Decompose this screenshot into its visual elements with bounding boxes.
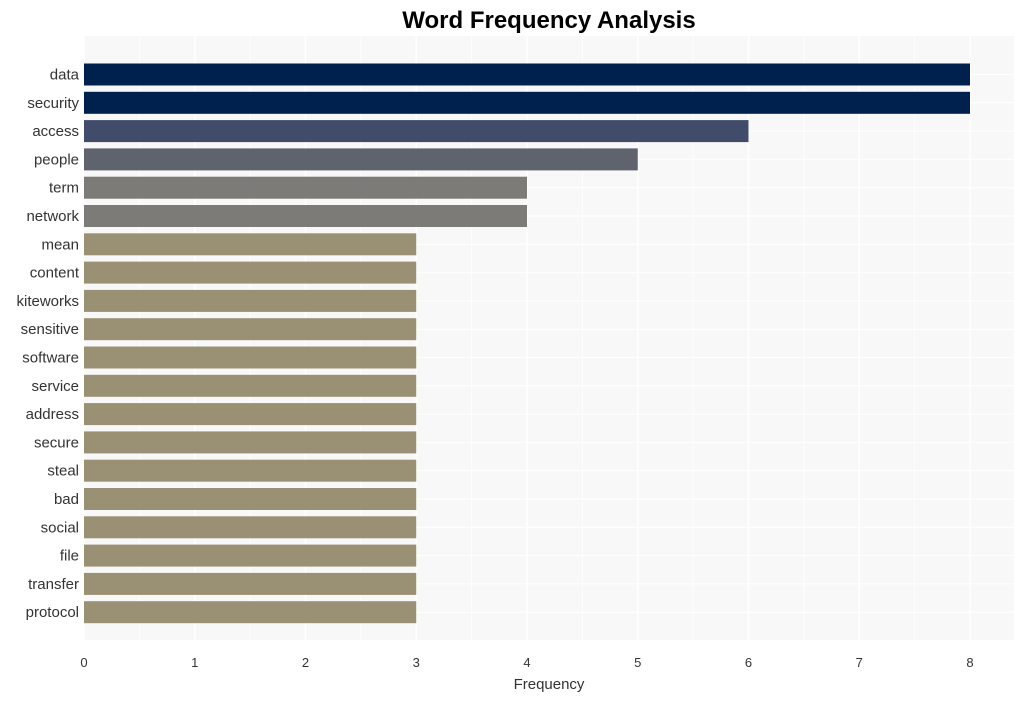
category-label-transfer: transfer — [28, 576, 79, 593]
category-label-mean: mean — [41, 236, 79, 253]
x-axis-title: Frequency — [514, 676, 585, 693]
bar-social — [84, 516, 417, 539]
bar-protocol — [84, 601, 417, 624]
x-tick-label: 6 — [745, 655, 752, 670]
category-label-access: access — [32, 123, 79, 140]
chart-title: Word Frequency Analysis — [402, 7, 695, 34]
category-label-protocol: protocol — [26, 604, 79, 621]
bar-access — [84, 120, 749, 143]
x-tick-label: 0 — [80, 655, 87, 670]
category-label-sensitive: sensitive — [21, 321, 79, 338]
category-label-software: software — [22, 350, 79, 367]
bar-steal — [84, 459, 417, 482]
bar-kiteworks — [84, 289, 417, 312]
bar-content — [84, 261, 417, 284]
category-label-bad: bad — [54, 491, 79, 508]
x-tick-label: 7 — [856, 655, 863, 670]
category-label-file: file — [60, 548, 79, 565]
x-tick-label: 5 — [634, 655, 641, 670]
category-label-social: social — [41, 519, 79, 536]
bar-bad — [84, 488, 417, 510]
bar-data — [84, 63, 970, 86]
x-tick-label: 8 — [966, 655, 973, 670]
bar-security — [84, 91, 970, 114]
category-label-data: data — [50, 67, 80, 84]
bar-transfer — [84, 572, 417, 595]
bar-sensitive — [84, 318, 417, 341]
bar-software — [84, 346, 417, 369]
x-tick-label: 3 — [413, 655, 420, 670]
category-label-term: term — [49, 180, 79, 197]
category-label-people: people — [34, 151, 79, 168]
category-label-content: content — [30, 265, 80, 282]
x-axis-ticks: 0 1 2 3 4 5 6 7 8 — [80, 655, 973, 670]
word-frequency-chart: Word Frequency Analysis data security acce… — [16, 7, 1014, 693]
category-labels: data security access people term network mean c… — [16, 67, 79, 622]
bar-address — [84, 403, 417, 426]
category-label-service: service — [31, 378, 79, 395]
category-label-security: security — [27, 95, 79, 112]
bar-network — [84, 205, 527, 227]
bar-people — [84, 148, 638, 171]
category-label-network: network — [26, 208, 79, 225]
bar-mean — [84, 233, 417, 256]
bar-secure — [84, 431, 417, 454]
category-label-secure: secure — [34, 434, 79, 451]
bar-term — [84, 176, 527, 199]
bar-service — [84, 374, 417, 397]
x-tick-label: 2 — [302, 655, 309, 670]
category-label-kiteworks: kiteworks — [16, 293, 79, 310]
bar-file — [84, 544, 417, 567]
category-label-address: address — [26, 406, 79, 423]
x-tick-label: 1 — [191, 655, 198, 670]
x-tick-label: 4 — [523, 655, 530, 670]
category-label-steal: steal — [47, 463, 79, 480]
